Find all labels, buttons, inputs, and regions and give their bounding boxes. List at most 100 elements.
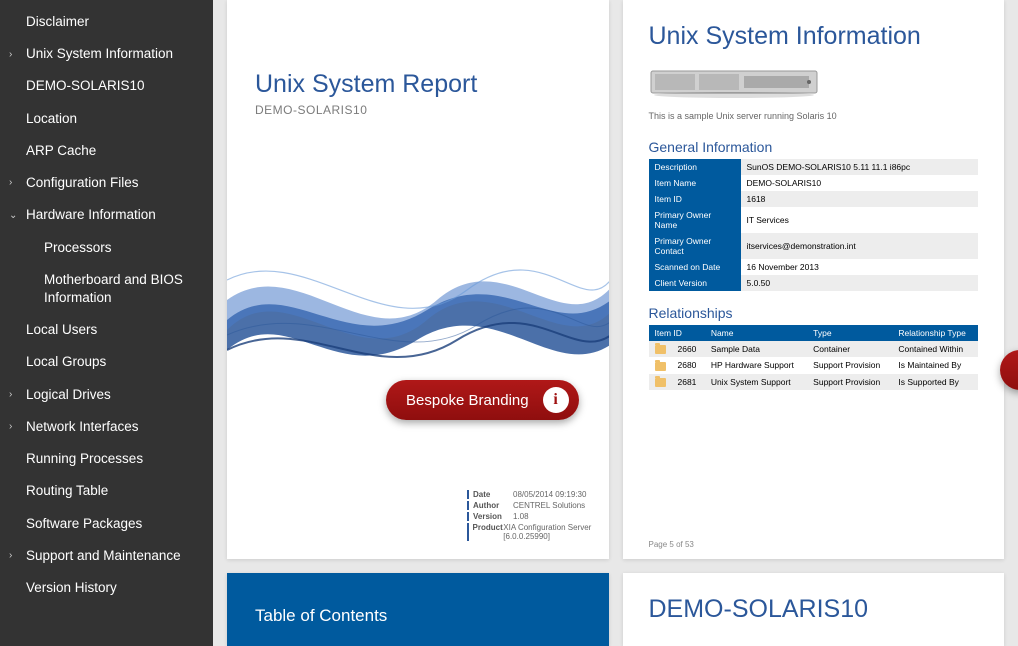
table-value: 5.0.50 [741, 275, 979, 291]
annotation-bespoke-branding[interactable]: Bespoke Branding i [386, 380, 579, 420]
relationships-section-title: Relationships [649, 305, 979, 321]
info-icon: i [543, 387, 569, 413]
sidebar-item[interactable]: Local Groups [0, 346, 213, 378]
folder-icon [655, 345, 666, 354]
table-header: Relationship Type [892, 325, 978, 341]
table-key: Item Name [649, 175, 741, 191]
table-row: 2681Unix System SupportSupport Provision… [649, 374, 979, 390]
toc-page: Table of Contents [227, 573, 609, 646]
table-key: Primary Owner Contact [649, 233, 741, 259]
sidebar-item-label: Version History [26, 579, 117, 597]
table-value: itservices@demonstration.int [741, 233, 979, 259]
cover-page: Unix System Report DEMO-SOLARIS10 Date08… [227, 0, 609, 559]
cell-name: Unix System Support [705, 374, 807, 390]
cell-rel-type: Contained Within [892, 341, 978, 357]
cell-name: Sample Data [705, 341, 807, 357]
sidebar-item[interactable]: Version History [0, 572, 213, 604]
meta-value: 1.08 [513, 512, 529, 521]
sidebar-item[interactable]: ›Logical Drives [0, 379, 213, 411]
cover-meta-row: Version1.08 [467, 512, 609, 521]
chevron-down-icon: ⌄ [9, 209, 17, 223]
sidebar-item[interactable]: ARP Cache [0, 135, 213, 167]
page-footer: Page 5 of 53 [649, 540, 694, 549]
sidebar-item-label: Unix System Information [26, 45, 173, 63]
meta-label: Date [473, 490, 513, 499]
table-row: Primary Owner NameIT Services [649, 207, 979, 233]
table-row: DescriptionSunOS DEMO-SOLARIS10 5.11 11.… [649, 159, 979, 175]
table-key: Primary Owner Name [649, 207, 741, 233]
meta-value: CENTREL Solutions [513, 501, 585, 510]
chevron-right-icon: › [9, 420, 12, 434]
info-title: Unix System Information [649, 22, 979, 51]
sidebar-subitem[interactable]: Processors [0, 232, 213, 264]
table-key: Item ID [649, 191, 741, 207]
cover-meta: Date08/05/2014 09:19:30AuthorCENTREL Sol… [467, 488, 609, 543]
sidebar-item-label: Routing Table [26, 482, 108, 500]
sidebar-item[interactable]: Running Processes [0, 443, 213, 475]
table-value: 1618 [741, 191, 979, 207]
sidebar: Disclaimer › Unix System Information DEMO-S… [0, 0, 213, 646]
meta-value: XIA Configuration Server [6.0.0.25990] [503, 523, 608, 541]
annotation-label: Bespoke Branding [406, 392, 529, 409]
sidebar-item-label: Hardware Information [26, 206, 156, 224]
sidebar-item-label: Disclaimer [26, 13, 89, 31]
cover-title: Unix System Report [255, 70, 581, 99]
demo-page: DEMO-SOLARIS10 [623, 573, 1005, 646]
cell-rel-type: Is Supported By [892, 374, 978, 390]
table-row: Item ID1618 [649, 191, 979, 207]
cell-type: Container [807, 341, 892, 357]
cell-item-id: 2660 [672, 341, 705, 357]
sidebar-item-label: Logical Drives [26, 386, 111, 404]
sidebar-item[interactable]: Location [0, 103, 213, 135]
chevron-right-icon: › [9, 176, 12, 190]
row-icon [649, 357, 672, 373]
sidebar-item[interactable]: ›Network Interfaces [0, 411, 213, 443]
table-key: Client Version [649, 275, 741, 291]
sidebar-item[interactable]: Software Packages [0, 508, 213, 540]
sidebar-item[interactable]: › Support and Maintenance [0, 540, 213, 572]
sidebar-item-label: Running Processes [26, 450, 143, 468]
meta-value: 08/05/2014 09:19:30 [513, 490, 586, 499]
sidebar-item[interactable]: › Unix System Information [0, 38, 213, 70]
sidebar-item-label: DEMO-SOLARIS10 [26, 77, 145, 95]
sidebar-item[interactable]: Local Users [0, 314, 213, 346]
folder-icon [655, 362, 666, 371]
table-header: Name [705, 325, 807, 341]
chevron-right-icon: › [9, 549, 12, 563]
table-value: DEMO-SOLARIS10 [741, 175, 979, 191]
cell-name: HP Hardware Support [705, 357, 807, 373]
sidebar-item-label: Location [26, 110, 77, 128]
info-description: This is a sample Unix server running Sol… [649, 111, 979, 121]
table-value: SunOS DEMO-SOLARIS10 5.11 11.1 i86pc [741, 159, 979, 175]
cover-meta-row: Date08/05/2014 09:19:30 [467, 490, 609, 499]
cell-item-id: 2681 [672, 374, 705, 390]
server-image [649, 63, 819, 99]
toc-title: Table of Contents [255, 606, 387, 626]
sidebar-item[interactable]: Disclaimer [0, 6, 213, 38]
demo-title: DEMO-SOLARIS10 [649, 595, 979, 624]
relationships-table: Item IDNameTypeRelationship Type2660Samp… [649, 325, 979, 390]
cell-item-id: 2680 [672, 357, 705, 373]
cover-subtitle: DEMO-SOLARIS10 [255, 103, 581, 117]
folder-icon [655, 378, 666, 387]
meta-label: Product [473, 523, 504, 541]
table-row: 2680HP Hardware SupportSupport Provision… [649, 357, 979, 373]
sidebar-item[interactable]: Routing Table [0, 475, 213, 507]
sidebar-item-label: Software Packages [26, 515, 142, 533]
sidebar-subitem[interactable]: Motherboard and BIOS Information [0, 264, 213, 314]
meta-label: Version [473, 512, 513, 521]
general-info-table: DescriptionSunOS DEMO-SOLARIS10 5.11 11.… [649, 159, 979, 291]
chevron-right-icon: › [9, 48, 12, 62]
info-page: Unix System Information This is a sample… [623, 0, 1005, 559]
cell-type: Support Provision [807, 357, 892, 373]
table-row: Primary Owner Contactitservices@demonstr… [649, 233, 979, 259]
table-value: IT Services [741, 207, 979, 233]
right-column: Unix System Information This is a sample… [623, 0, 1005, 646]
sidebar-item[interactable]: ›Configuration Files [0, 167, 213, 199]
sidebar-item[interactable]: ⌄ Hardware Information [0, 199, 213, 231]
sidebar-item-label: Local Groups [26, 353, 106, 371]
row-icon [649, 374, 672, 390]
table-row: 2660Sample DataContainerContained Within [649, 341, 979, 357]
sidebar-item-label: Support and Maintenance [26, 547, 181, 565]
sidebar-item[interactable]: DEMO-SOLARIS10 [0, 70, 213, 102]
